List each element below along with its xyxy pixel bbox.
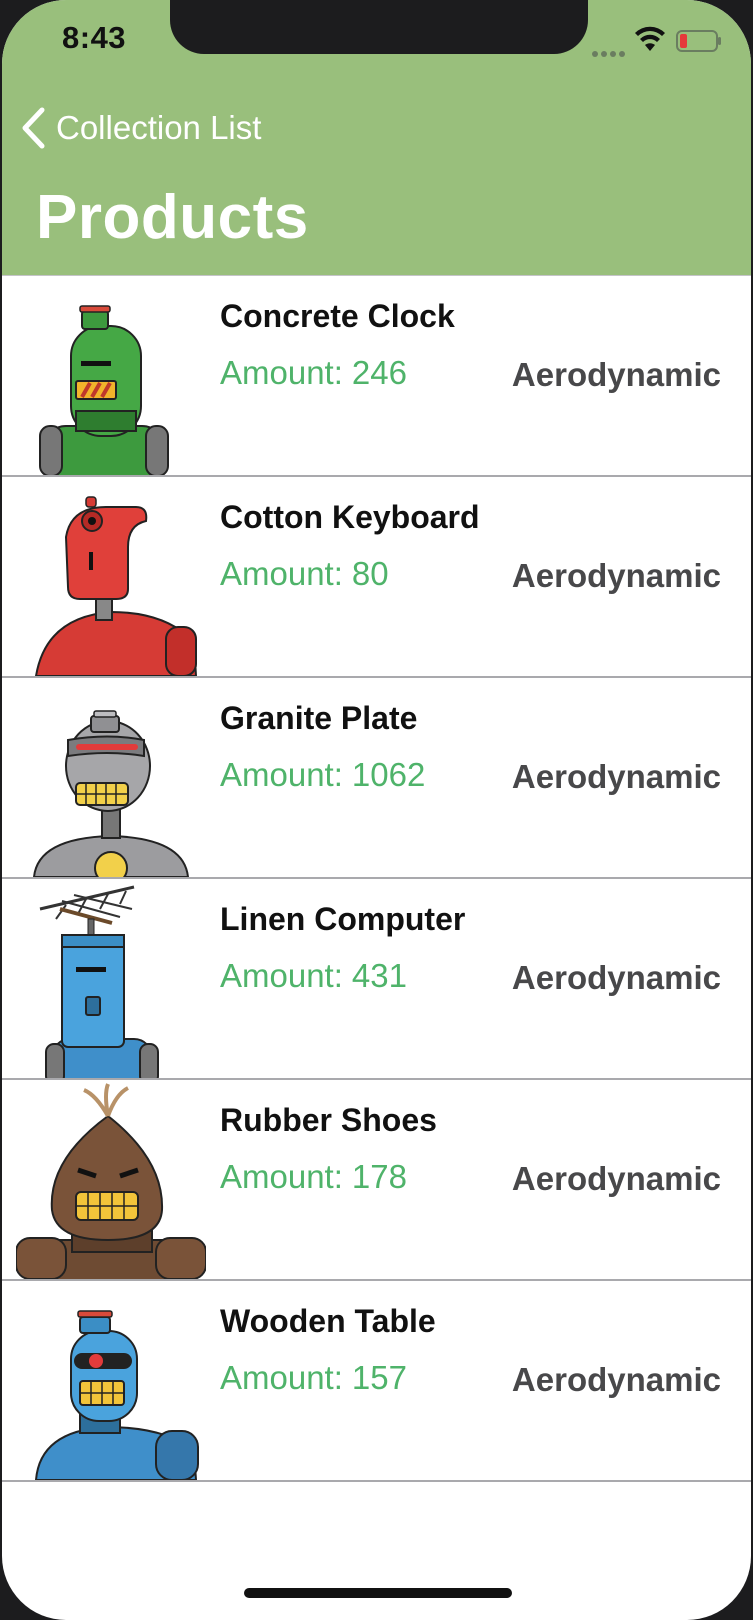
product-amount: Amount: 431 [220,957,407,994]
product-tag: Aerodynamic [511,1361,721,1398]
product-tag: Aerodynamic [511,356,721,393]
product-name: Concrete Clock [220,298,455,334]
product-name: Linen Computer [220,901,466,937]
status-time: 8:43 [62,20,127,55]
blue-antenna-robot-avatar [16,879,206,1078]
product-name: Rubber Shoes [220,1102,437,1138]
product-name: Cotton Keyboard [220,499,480,535]
green-robot-avatar [16,276,206,475]
product-amount: Amount: 178 [220,1158,407,1195]
product-row[interactable]: Concrete Clock Amount: 246 Aerodynamic [2,275,751,477]
blue-cyclops-robot-avatar [16,1281,206,1480]
battery-low-icon [676,30,721,52]
brown-robot-avatar [16,1080,206,1279]
product-name: Wooden Table [220,1303,436,1339]
red-robot-avatar [16,477,206,676]
product-row[interactable]: Cotton Keyboard Amount: 80 Aerodynamic [2,477,751,678]
back-button-label: Collection List [56,109,262,146]
navigation-header: 8:43 Collection List Products [2,0,751,275]
product-amount: Amount: 157 [220,1359,407,1396]
product-amount: Amount: 1062 [220,756,426,793]
product-row[interactable]: Rubber Shoes Amount: 178 Aerodynamic [2,1080,751,1281]
page-title: Products [36,183,309,252]
product-tag: Aerodynamic [511,959,721,996]
product-name: Granite Plate [220,700,418,736]
product-row[interactable]: Linen Computer Amount: 431 Aerodynamic [2,879,751,1080]
product-amount: Amount: 246 [220,354,407,391]
chevron-left-icon [22,107,45,149]
product-row[interactable]: Granite Plate Amount: 1062 Aerodynamic [2,678,751,879]
app-screen: 8:43 Collection List Products Concrete C… [2,0,751,1620]
product-row[interactable]: Wooden Table Amount: 157 Aerodynamic [2,1281,751,1482]
home-indicator[interactable] [244,1588,512,1598]
device-notch [170,0,588,54]
product-tag: Aerodynamic [511,1160,721,1197]
product-tag: Aerodynamic [511,758,721,795]
wifi-icon [635,26,665,51]
back-button[interactable]: Collection List [20,104,261,152]
gray-robot-avatar [16,678,206,877]
product-amount: Amount: 80 [220,555,389,592]
device-frame: 8:43 Collection List Products Concrete C… [0,0,753,1620]
product-tag: Aerodynamic [511,557,721,594]
product-list: Concrete Clock Amount: 246 Aerodynamic C… [2,275,751,1482]
cellular-signal-icon [592,44,628,62]
